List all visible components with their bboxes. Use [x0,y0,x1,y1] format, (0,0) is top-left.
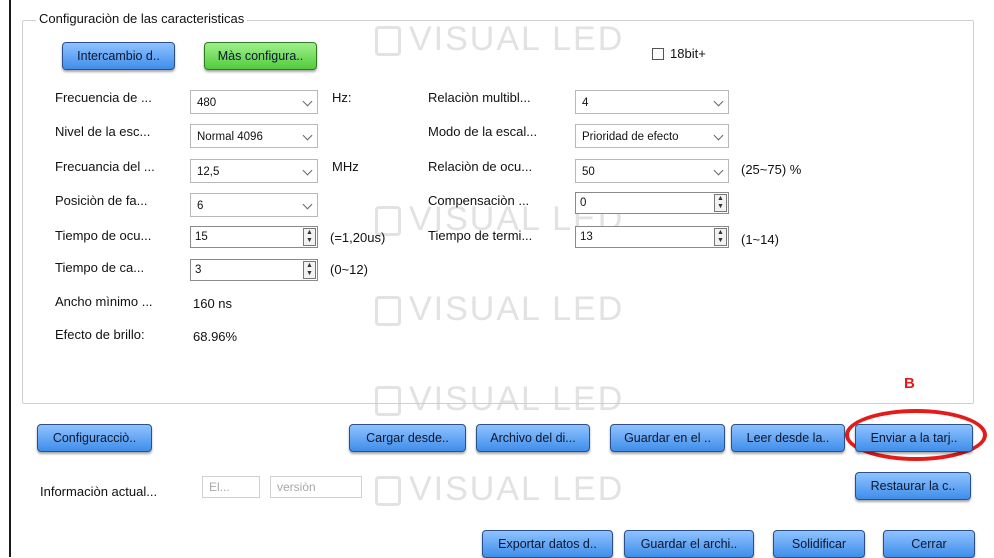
scale-mode-label: Modo de la escal... [428,124,538,139]
chevron-down-icon [302,96,313,107]
duty-ratio-label: Relaciòn de ocu... [428,159,533,174]
phase-position-label: Posiciòn de fa... [55,193,148,208]
watermark-logo-icon [375,476,401,507]
min-width-label: Ancho mìnimo ... [55,294,153,309]
clock-frequency-unit: MHz [332,159,359,174]
clock-frequency-label: Frecuancia del ... [55,159,155,174]
send-to-card-button[interactable]: Enviar a la tarj.. [855,424,973,452]
group-title: Configuraciòn de las caracteristicas [36,11,248,27]
chevron-down-icon [713,96,724,107]
more-config-button[interactable]: Màs configura.. [204,42,317,70]
spin-arrows-icon[interactable]: ▲ ▼ [303,261,316,279]
spin-arrows-icon[interactable]: ▲ ▼ [714,194,727,212]
clock-frequency-select[interactable]: 12,5 [190,159,318,183]
chevron-down-icon [302,165,313,176]
file-button[interactable]: Archivo del di... [476,424,590,452]
load-from-button[interactable]: Cargar desde.. [349,424,466,452]
phase-position-select[interactable]: 6 [190,193,318,217]
characteristics-group [22,20,974,404]
refresh-rate-label: Frecuencia de ... [55,90,152,105]
refresh-rate-select[interactable]: 480 [190,90,318,114]
occupation-time-label: Tiempo de ocu... [55,228,152,243]
spin-arrows-icon[interactable]: ▲ ▼ [303,228,316,246]
brightness-effect-value: 68.96% [193,329,238,344]
charge-time-label: Tiempo de ca... [55,260,145,275]
save-file-button[interactable]: Guardar el archi.. [624,530,754,558]
close-button[interactable]: Cerrar [883,530,975,558]
refresh-rate-unit: Hz: [332,90,352,105]
chevron-down-icon [713,130,724,141]
current-info-field: El... [202,476,260,498]
spin-arrows-icon[interactable]: ▲ ▼ [714,228,727,246]
gray-level-select[interactable]: Normal 4096 [190,124,318,148]
end-time-unit: (1~14) [741,232,779,247]
duty-ratio-unit: (25~75) % [741,162,802,177]
multiplier-ratio-label: Relaciòn multibl... [428,90,531,105]
read-from-button[interactable]: Leer desde la.. [731,424,845,452]
multiplier-ratio-select[interactable]: 4 [575,90,729,114]
exchange-button[interactable]: Intercambio d.. [62,42,175,70]
gray-level-label: Nivel de la esc... [55,124,151,139]
charge-time-unit: (0~12) [330,262,368,277]
configuration-button[interactable]: Configuracciò.. [37,424,152,452]
compensation-label: Compensaciòn ... [428,193,530,208]
chevron-down-icon [713,165,724,176]
restore-button[interactable]: Restaurar la c.. [855,472,971,500]
bit18-checkbox[interactable] [652,48,664,60]
annotation-letter: B [904,375,915,392]
scale-mode-select[interactable]: Prioridad de efecto [575,124,729,148]
occupation-time-unit: (=1,20us) [330,230,386,245]
current-info-label: Informaciòn actual... [40,484,158,499]
duty-ratio-select[interactable]: 50 [575,159,729,183]
solidify-button[interactable]: Solidificar [773,530,865,558]
save-to-button[interactable]: Guardar en el .. [610,424,725,452]
brightness-effect-label: Efecto de brillo: [55,327,145,342]
window-frame-edge [9,0,11,557]
bit18-label: 18bit+ [670,46,706,61]
export-data-button[interactable]: Exportar datos d.. [482,530,613,558]
watermark: VISUAL LED [375,470,624,509]
version-field: versiòn [270,476,362,498]
compensation-stepper[interactable]: 0 ▲ ▼ [575,192,729,214]
chevron-down-icon [302,199,313,210]
occupation-time-stepper[interactable]: 15 ▲ ▼ [190,226,318,248]
charge-time-stepper[interactable]: 3 ▲ ▼ [190,259,318,281]
min-width-value: 160 ns [193,296,233,311]
end-time-label: Tiempo de termi... [428,228,533,243]
chevron-down-icon [302,130,313,141]
end-time-stepper[interactable]: 13 ▲ ▼ [575,226,729,248]
